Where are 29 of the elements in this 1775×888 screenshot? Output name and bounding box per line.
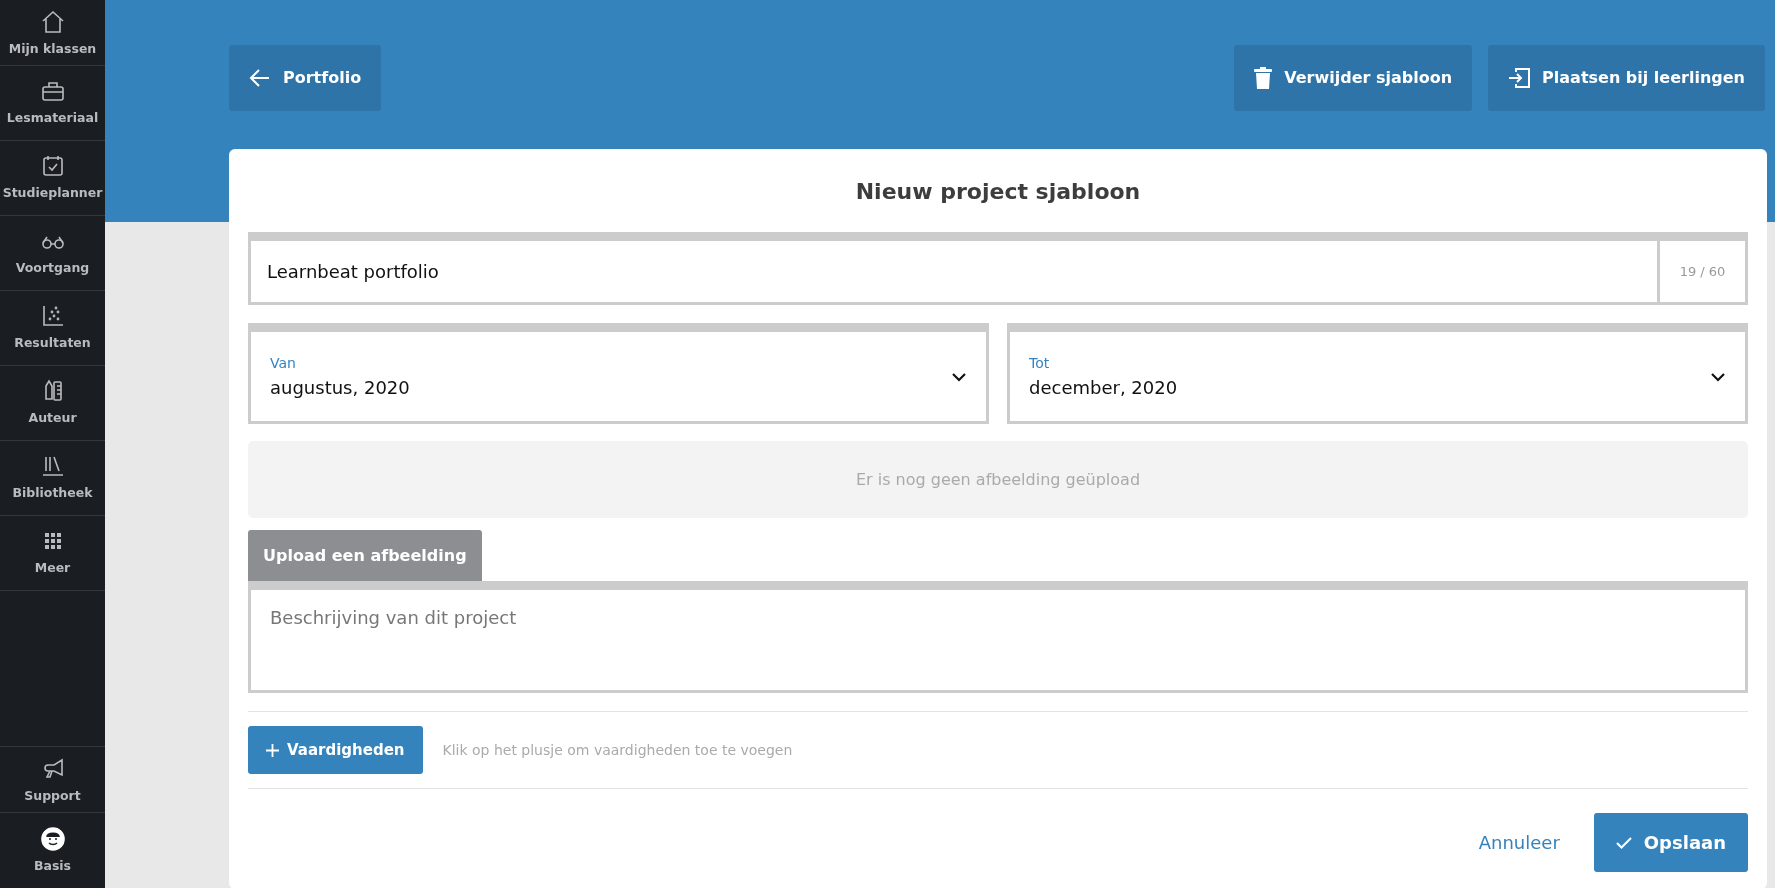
plus-icon bbox=[266, 743, 279, 757]
place-with-students-button[interactable]: Plaatsen bij leerlingen bbox=[1488, 45, 1765, 111]
back-button[interactable]: Portfolio bbox=[229, 45, 382, 111]
name-input-field[interactable]: Learnbeat portfolio bbox=[248, 232, 1660, 305]
image-placeholder-notice: Er is nog geen afbeelding geüpload bbox=[248, 441, 1748, 518]
from-date-select[interactable]: Van augustus, 2020 bbox=[248, 323, 989, 424]
sidebar-item[interactable]: Resultaten bbox=[0, 291, 105, 366]
sidebar-item[interactable]: Auteur bbox=[0, 366, 105, 441]
chevron-down-icon bbox=[951, 371, 967, 382]
character-counter: 19 / 60 bbox=[1660, 232, 1748, 305]
sidebar-item[interactable]: Support bbox=[0, 747, 105, 813]
sidebar-item[interactable]: Bibliotheek bbox=[0, 441, 105, 516]
description-field[interactable]: Beschrijving van dit project bbox=[248, 581, 1748, 693]
skills-button[interactable]: Vaardigheden bbox=[248, 726, 423, 774]
to-date-select[interactable]: Tot december, 2020 bbox=[1007, 323, 1748, 424]
checkmark-icon bbox=[1615, 836, 1632, 849]
skills-hint: Klik op het plusje om vaardigheden toe te voegen bbox=[442, 740, 793, 760]
cancel-link[interactable]: Annuleer bbox=[1478, 829, 1560, 856]
arrow-left-icon bbox=[249, 67, 271, 89]
form-title: Nieuw project sjabloon bbox=[854, 178, 1142, 206]
chevron-down-icon bbox=[1710, 371, 1726, 382]
delete-template-button[interactable]: Verwijder sjabloon bbox=[1234, 45, 1473, 111]
sidebar-item[interactable]: Meer bbox=[0, 516, 105, 591]
sidebar-item[interactable]: Basis bbox=[0, 813, 105, 888]
avatar-icon bbox=[39, 825, 66, 852]
trash-icon bbox=[1254, 67, 1273, 89]
save-button[interactable]: Opslaan bbox=[1593, 813, 1748, 872]
sidebar-item[interactable]: Voortgang bbox=[0, 216, 105, 291]
enter-icon bbox=[1508, 67, 1531, 89]
